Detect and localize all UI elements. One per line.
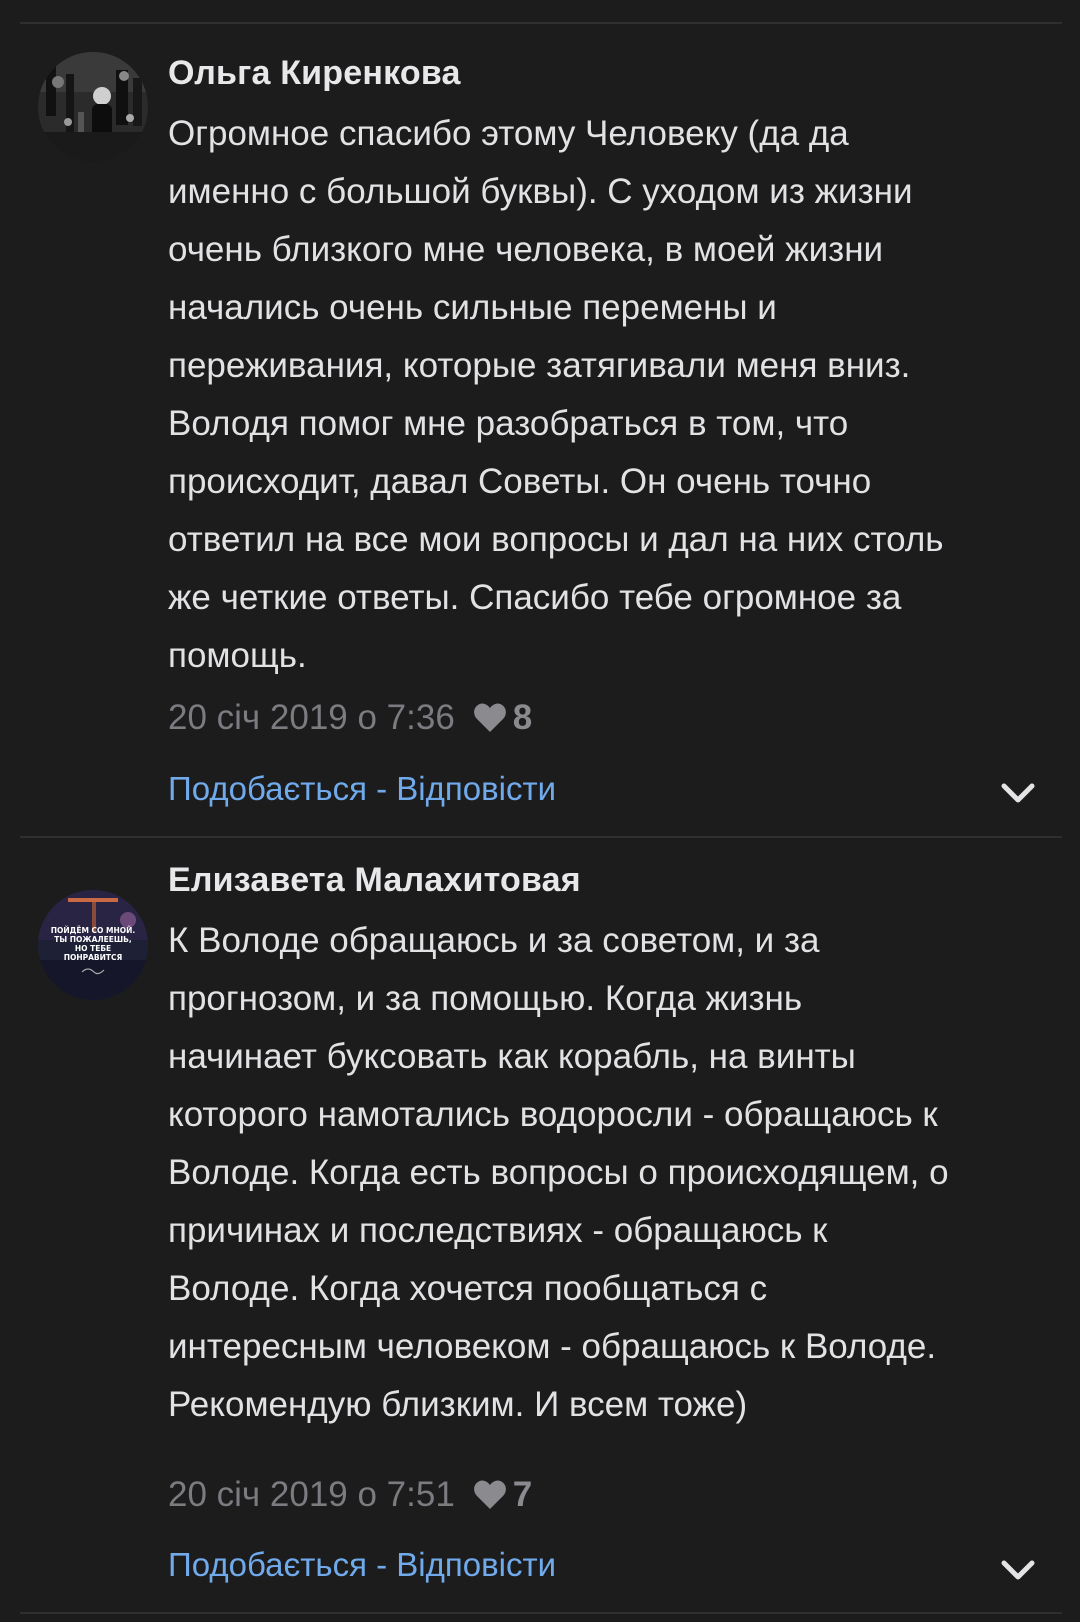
comment-text-line: Огромное спасибо этому Человеку (да да <box>168 114 849 153</box>
avatar[interactable]: ПОЙДЁМ СО МНОЙ. ТЫ ПОЖАЛЕЕШЬ, НО ТЕБЕ ПО… <box>38 890 148 1000</box>
divider <box>20 22 1062 24</box>
comment-date: 20 січ 2019 о 7:36 <box>168 698 455 737</box>
comment-text-line: начинает буксовать как корабль, на винты <box>168 1037 856 1076</box>
avatar-text: ТЫ ПОЖАЛЕЕШЬ, <box>54 935 132 944</box>
comment-text-line: переживания, которые затягивали меня вни… <box>168 346 911 385</box>
separator: - <box>366 770 397 807</box>
like-link[interactable]: Подобається <box>168 770 367 807</box>
comment-text-line: К Володе обращаюсь и за советом, и за <box>168 921 820 960</box>
avatar-text: ПОЙДЁМ СО МНОЙ. <box>51 926 136 935</box>
reply-link[interactable]: Відповісти <box>396 1546 556 1583</box>
like-counter[interactable]: 8 <box>473 698 532 738</box>
divider <box>20 1612 1062 1614</box>
comment-text-line: которого намотались водоросли - обращаюс… <box>168 1095 938 1134</box>
like-link[interactable]: Подобається <box>168 1546 367 1583</box>
divider <box>20 836 1062 838</box>
comment-meta: 20 січ 2019 о 7:51 7 <box>168 1473 532 1517</box>
heart-icon <box>473 703 506 732</box>
comment-text-line: ответил на все мои вопросы и дал на них … <box>168 520 944 559</box>
comment-text-line: же четкие ответы. Спасибо тебе огромное … <box>168 578 902 617</box>
user-avatar-photo-icon <box>38 52 148 162</box>
comment-actions: Подобається - Відповісти <box>168 1546 556 1584</box>
avatar[interactable] <box>38 52 148 162</box>
like-count: 7 <box>512 1475 533 1514</box>
author-name[interactable]: Елизавета Малахитовая <box>168 861 581 900</box>
comment-text-line: причинах и последствиях - обращаюсь к <box>168 1211 828 1250</box>
heart-icon <box>473 1480 506 1509</box>
comment-text-line: прогнозом, и за помощью. Когда жизнь <box>168 979 803 1018</box>
comment-date: 20 січ 2019 о 7:51 <box>168 1475 455 1514</box>
avatar-text: ПОНРАВИТСЯ <box>64 953 123 962</box>
like-counter[interactable]: 7 <box>473 1475 532 1515</box>
comment-text-line: именно с большой буквы). С уходом из жиз… <box>168 172 913 211</box>
comment-text-line: Володе. Когда есть вопросы о происходяще… <box>168 1153 949 1192</box>
chevron-down-icon[interactable] <box>998 778 1038 808</box>
comment-text-line: очень близкого мне человека, в моей жизн… <box>168 230 884 269</box>
separator: - <box>366 1546 397 1583</box>
comment-text-line: помощь. <box>168 636 307 675</box>
avatar-text: НО ТЕБЕ <box>75 944 111 953</box>
user-avatar-picture-icon: ПОЙДЁМ СО МНОЙ. ТЫ ПОЖАЛЕЕШЬ, НО ТЕБЕ ПО… <box>38 890 148 1000</box>
chevron-down-icon[interactable] <box>998 1555 1038 1585</box>
comment-meta: 20 січ 2019 о 7:36 8 <box>168 696 532 740</box>
comment-text-line: начались очень сильные перемены и <box>168 288 777 327</box>
comment-text-line: интересным человеком - обращаюсь к Волод… <box>168 1327 937 1366</box>
comment-text-line: происходит, давал Советы. Он очень точно <box>168 462 872 501</box>
like-count: 8 <box>512 698 533 737</box>
reply-link[interactable]: Відповісти <box>396 770 556 807</box>
author-name[interactable]: Ольга Киренкова <box>168 54 461 93</box>
comment-text: К Володе обращаюсь и за советом, и за пр… <box>168 912 1048 1434</box>
comment-actions: Подобається - Відповісти <box>168 770 556 808</box>
comment-text-line: Рекомендую близким. И всем тоже) <box>168 1385 748 1424</box>
comment-text-line: Володе. Когда хочется пообщаться с <box>168 1269 768 1308</box>
comment-text: Огромное спасибо этому Человеку (да да и… <box>168 105 1048 685</box>
comment-text-line: Володя помог мне разобраться в том, что <box>168 404 849 443</box>
